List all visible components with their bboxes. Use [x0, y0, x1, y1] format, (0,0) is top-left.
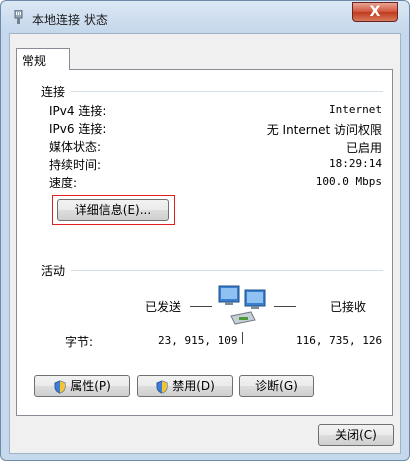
- bytes-received-value: 116, 735, 126: [296, 334, 383, 347]
- tab-panel: 连接 IPv4 连接: Internet IPv6 连接: 无 Internet…: [16, 69, 393, 416]
- sent-line: [190, 306, 212, 307]
- bytes-label: 字节:: [65, 335, 94, 349]
- sent-label: 已发送: [145, 300, 182, 314]
- properties-button-label: 属性(P): [70, 379, 111, 393]
- speed-label: 速度:: [49, 176, 78, 190]
- duration-value: 18:29:14: [329, 157, 382, 170]
- uac-shield-icon: [54, 379, 66, 394]
- uac-shield-icon: [156, 379, 168, 394]
- tab-label: 常规: [22, 54, 47, 68]
- diagnose-button[interactable]: 诊断(G): [239, 375, 314, 397]
- connection-group-label: 连接: [41, 83, 72, 100]
- tab-general[interactable]: 常规: [16, 48, 70, 70]
- title-bar[interactable]: 本地连接 状态 X: [1, 1, 409, 35]
- activity-group-label: 活动: [41, 262, 72, 279]
- close-button-label: 关闭(C): [335, 428, 377, 442]
- disable-button-label: 禁用(D): [172, 379, 215, 393]
- speed-value: 100.0 Mbps: [315, 175, 382, 188]
- group-divider: [64, 91, 383, 92]
- diagnose-button-label: 诊断(G): [255, 379, 298, 393]
- network-adapter-icon: [14, 10, 23, 24]
- group-divider: [64, 270, 383, 271]
- ipv4-value: Internet: [329, 103, 382, 116]
- details-button-label: 详细信息(E)...: [74, 203, 152, 217]
- close-button[interactable]: 关闭(C): [318, 424, 394, 446]
- window-title: 本地连接 状态: [32, 13, 108, 27]
- ipv4-label: IPv4 连接:: [49, 104, 107, 118]
- media-state-label: 媒体状态:: [49, 140, 102, 154]
- dialog-client: 常规 连接 IPv4 连接: Internet IPv6 连接: 无 Inter…: [9, 33, 401, 454]
- ipv6-label: IPv6 连接:: [49, 122, 107, 136]
- bytes-sent-value: 23, 915, 109: [158, 334, 238, 347]
- media-state-value: 已启用: [345, 141, 382, 155]
- disable-button[interactable]: 禁用(D): [137, 375, 233, 397]
- close-window-button[interactable]: X: [352, 2, 398, 22]
- received-line: [274, 306, 296, 307]
- bytes-divider: [242, 332, 243, 344]
- close-icon: X: [369, 4, 381, 20]
- duration-label: 持续时间:: [49, 158, 102, 172]
- network-computers-icon: [218, 285, 266, 325]
- details-button[interactable]: 详细信息(E)...: [57, 199, 169, 221]
- properties-button[interactable]: 属性(P): [34, 375, 130, 397]
- ipv6-value: 无 Internet 访问权限: [266, 123, 382, 137]
- received-label: 已接收: [330, 300, 367, 314]
- status-window: 本地连接 状态 X 常规 连接 IPv4 连接: Internet IPv6 连…: [0, 0, 410, 461]
